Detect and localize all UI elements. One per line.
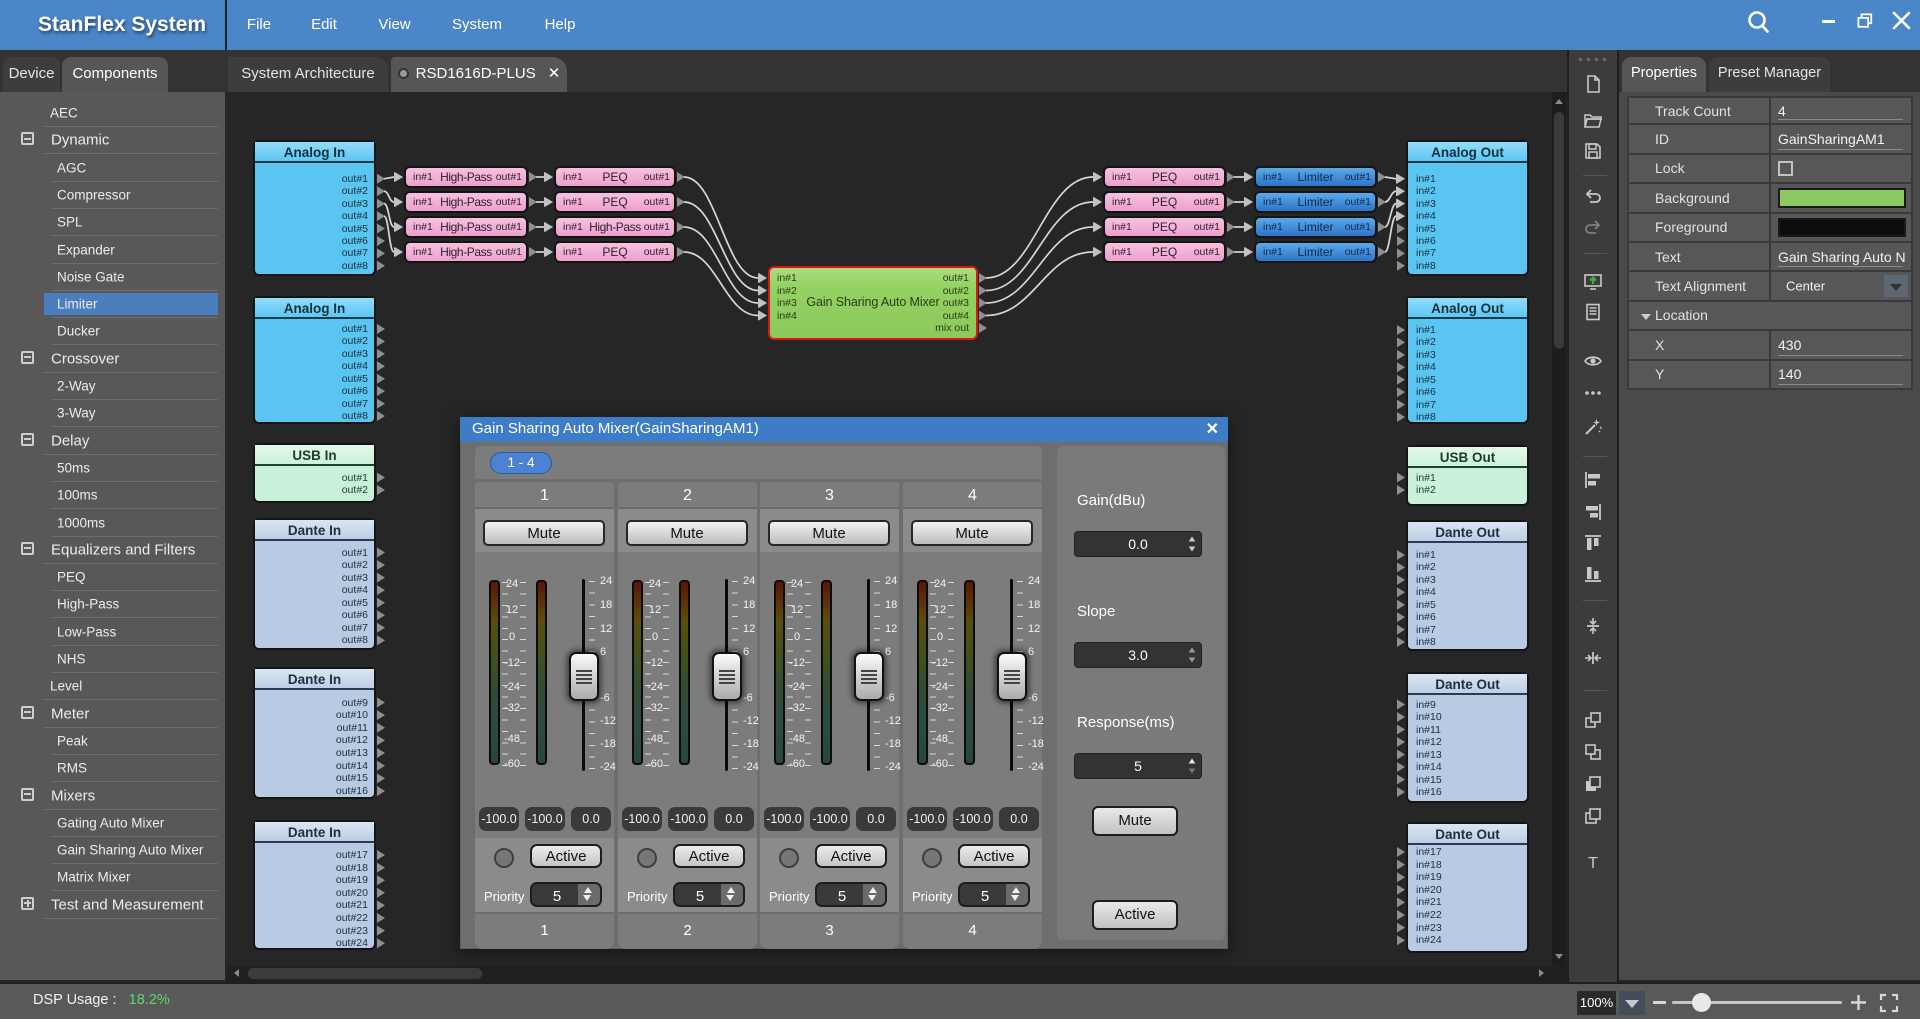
svg-text:T: T	[1588, 855, 1598, 872]
